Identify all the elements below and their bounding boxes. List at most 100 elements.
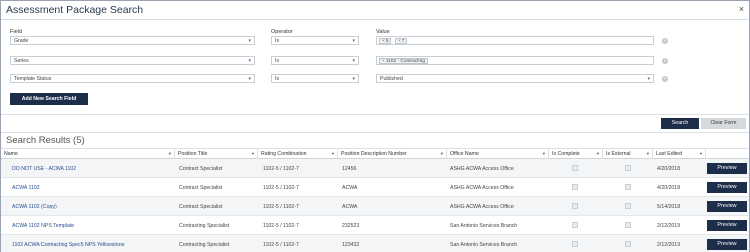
chevron-down-icon: ▾ bbox=[647, 76, 650, 83]
row-office-name: San Antonio Services Branch bbox=[450, 241, 518, 248]
row-name-link[interactable]: ACWA 1102 (Copy) bbox=[12, 204, 57, 210]
preview-button[interactable]: Preview bbox=[707, 220, 747, 231]
tag-remove-icon[interactable]: × bbox=[382, 39, 385, 44]
value-column-header: Value bbox=[376, 29, 390, 35]
field-select-value: Grade bbox=[14, 38, 29, 45]
column-header-position-title[interactable]: Position Title ▾ bbox=[174, 149, 257, 159]
is-complete-checkbox bbox=[572, 165, 578, 171]
preview-button[interactable]: Preview bbox=[707, 201, 747, 212]
value-select-template-status[interactable]: Published ▾ bbox=[376, 74, 654, 83]
row-last-edited: 4/20/2018 bbox=[657, 184, 681, 191]
divider bbox=[1, 132, 749, 133]
row-position-title: Contract Specialist bbox=[179, 165, 223, 172]
field-select-value: Template Status bbox=[14, 76, 52, 83]
results-table-header: Name ▾ Position Title ▾ Rating Combination… bbox=[1, 148, 749, 159]
field-select-template-status[interactable]: Template Status ▾ bbox=[10, 74, 255, 83]
row-pd-number: 123432 bbox=[342, 241, 360, 248]
remove-criteria-icon[interactable]: × bbox=[662, 58, 668, 64]
sort-icon: ▾ bbox=[542, 151, 545, 156]
column-header-pd-number[interactable]: Position Description Number ▾ bbox=[337, 149, 446, 159]
window-title: Assessment Package Search bbox=[6, 4, 144, 16]
row-position-title: Contracting Specialist bbox=[179, 241, 230, 248]
row-name-link[interactable]: ACWA 1102 bbox=[12, 185, 40, 191]
column-header-is-complete[interactable]: Is Complete ▾ bbox=[548, 149, 602, 159]
tag-remove-icon[interactable]: × bbox=[398, 39, 401, 44]
sort-icon: ▾ bbox=[440, 151, 443, 156]
remove-criteria-icon[interactable]: × bbox=[662, 38, 668, 44]
row-last-edited: 2/12/2019 bbox=[657, 222, 681, 229]
sort-icon: ▾ bbox=[646, 151, 649, 156]
table-row: 1102 ACWA Contracting Spec5 NPS Yellowst… bbox=[1, 235, 749, 252]
row-last-edited: 5/14/2018 bbox=[657, 203, 681, 210]
divider bbox=[1, 114, 749, 115]
assessment-package-search-window: Assessment Package Search × Field Operat… bbox=[0, 0, 750, 252]
row-rating-combination: 1102-5 / 1102-7 bbox=[263, 165, 299, 172]
field-column-header: Field bbox=[10, 29, 22, 35]
search-results-title: Search Results (5) bbox=[6, 135, 85, 146]
column-header-actions bbox=[705, 149, 749, 159]
preview-button[interactable]: Preview bbox=[707, 239, 747, 250]
column-header-last-edited[interactable]: Last Edited ▾ bbox=[652, 149, 705, 159]
remove-criteria-icon[interactable]: × bbox=[662, 76, 668, 82]
title-bar: Assessment Package Search × bbox=[1, 1, 749, 20]
row-last-edited: 4/20/2018 bbox=[657, 165, 681, 172]
is-complete-checkbox bbox=[572, 222, 578, 228]
row-pd-number: ACWA bbox=[342, 184, 358, 191]
operator-select-series[interactable]: Is ▾ bbox=[271, 56, 359, 65]
is-external-checkbox bbox=[625, 165, 631, 171]
row-office-name: San Antonio Services Branch bbox=[450, 222, 518, 229]
preview-button[interactable]: Preview bbox=[707, 182, 747, 193]
column-header-rating-combination[interactable]: Rating Combination ▾ bbox=[257, 149, 337, 159]
sort-icon: ▾ bbox=[331, 151, 334, 156]
value-select-value: Published bbox=[380, 76, 403, 83]
field-select-value: Series bbox=[14, 58, 29, 65]
chevron-down-icon: ▾ bbox=[352, 76, 355, 83]
table-row: ACWA 1102 NPS Template Contracting Specia… bbox=[1, 216, 749, 235]
column-header-name[interactable]: Name ▾ bbox=[1, 149, 174, 159]
column-header-office-name[interactable]: Office Name ▾ bbox=[446, 149, 548, 159]
table-row: ACWA 1102 (Copy) Contract Specialist 1102-… bbox=[1, 197, 749, 216]
operator-select-template-status[interactable]: Is ▾ bbox=[271, 74, 359, 83]
add-search-field-button[interactable]: Add New Search Field bbox=[10, 93, 88, 105]
row-pd-number: 12456 bbox=[342, 165, 357, 172]
value-tag: ×5 bbox=[379, 37, 392, 44]
tag-remove-icon[interactable]: × bbox=[382, 59, 385, 64]
operator-select-grade[interactable]: Is ▾ bbox=[271, 36, 359, 45]
row-name-link[interactable]: DO NOT USE - ACWA 1102 bbox=[12, 166, 76, 172]
row-rating-combination: 1102-5 / 1102-7 bbox=[263, 203, 299, 210]
chevron-down-icon: ▾ bbox=[248, 38, 251, 45]
clear-form-button[interactable]: Clear Form bbox=[701, 118, 746, 129]
is-external-checkbox bbox=[625, 222, 631, 228]
row-rating-combination: 1102-5 / 1102-7 bbox=[263, 241, 299, 248]
is-external-checkbox bbox=[625, 184, 631, 190]
value-tag-input-series[interactable]: ×1102 - Contracting bbox=[376, 56, 654, 65]
field-select-grade[interactable]: Grade ▾ bbox=[10, 36, 255, 45]
is-external-checkbox bbox=[625, 203, 631, 209]
row-position-title: Contract Specialist bbox=[179, 203, 223, 210]
operator-column-header: Operator bbox=[271, 29, 293, 35]
table-row: DO NOT USE - ACWA 1102 Contract Specialis… bbox=[1, 159, 749, 178]
is-complete-checkbox bbox=[572, 241, 578, 247]
value-tag-input-grade[interactable]: ×5 ×7 bbox=[376, 36, 654, 45]
sort-icon: ▾ bbox=[596, 151, 599, 156]
row-rating-combination: 1102-5 / 1102-7 bbox=[263, 184, 299, 191]
row-name-link[interactable]: 1102 ACWA Contracting Spec5 NPS Yellowst… bbox=[12, 242, 124, 248]
row-position-title: Contracting Specialist bbox=[179, 222, 230, 229]
preview-button[interactable]: Preview bbox=[707, 163, 747, 174]
field-select-series[interactable]: Series ▾ bbox=[10, 56, 255, 65]
search-button[interactable]: Search bbox=[661, 118, 699, 129]
operator-select-value: Is bbox=[275, 76, 280, 83]
row-office-name: ASHG ACWA Access Office bbox=[450, 203, 514, 210]
operator-select-value: Is bbox=[275, 38, 280, 45]
chevron-down-icon: ▾ bbox=[248, 58, 251, 65]
row-pd-number: 232523 bbox=[342, 222, 360, 229]
row-office-name: ASHG ACWA Access Office bbox=[450, 184, 514, 191]
is-external-checkbox bbox=[625, 241, 631, 247]
row-name-link[interactable]: ACWA 1102 NPS Template bbox=[12, 223, 74, 229]
row-rating-combination: 1102-5 / 1102-7 bbox=[263, 222, 299, 229]
row-position-title: Contract Specialist bbox=[179, 184, 223, 191]
close-icon[interactable]: × bbox=[739, 5, 744, 14]
column-header-is-external[interactable]: Is External ▾ bbox=[602, 149, 652, 159]
chevron-down-icon: ▾ bbox=[352, 38, 355, 45]
value-tag: ×7 bbox=[394, 37, 408, 44]
